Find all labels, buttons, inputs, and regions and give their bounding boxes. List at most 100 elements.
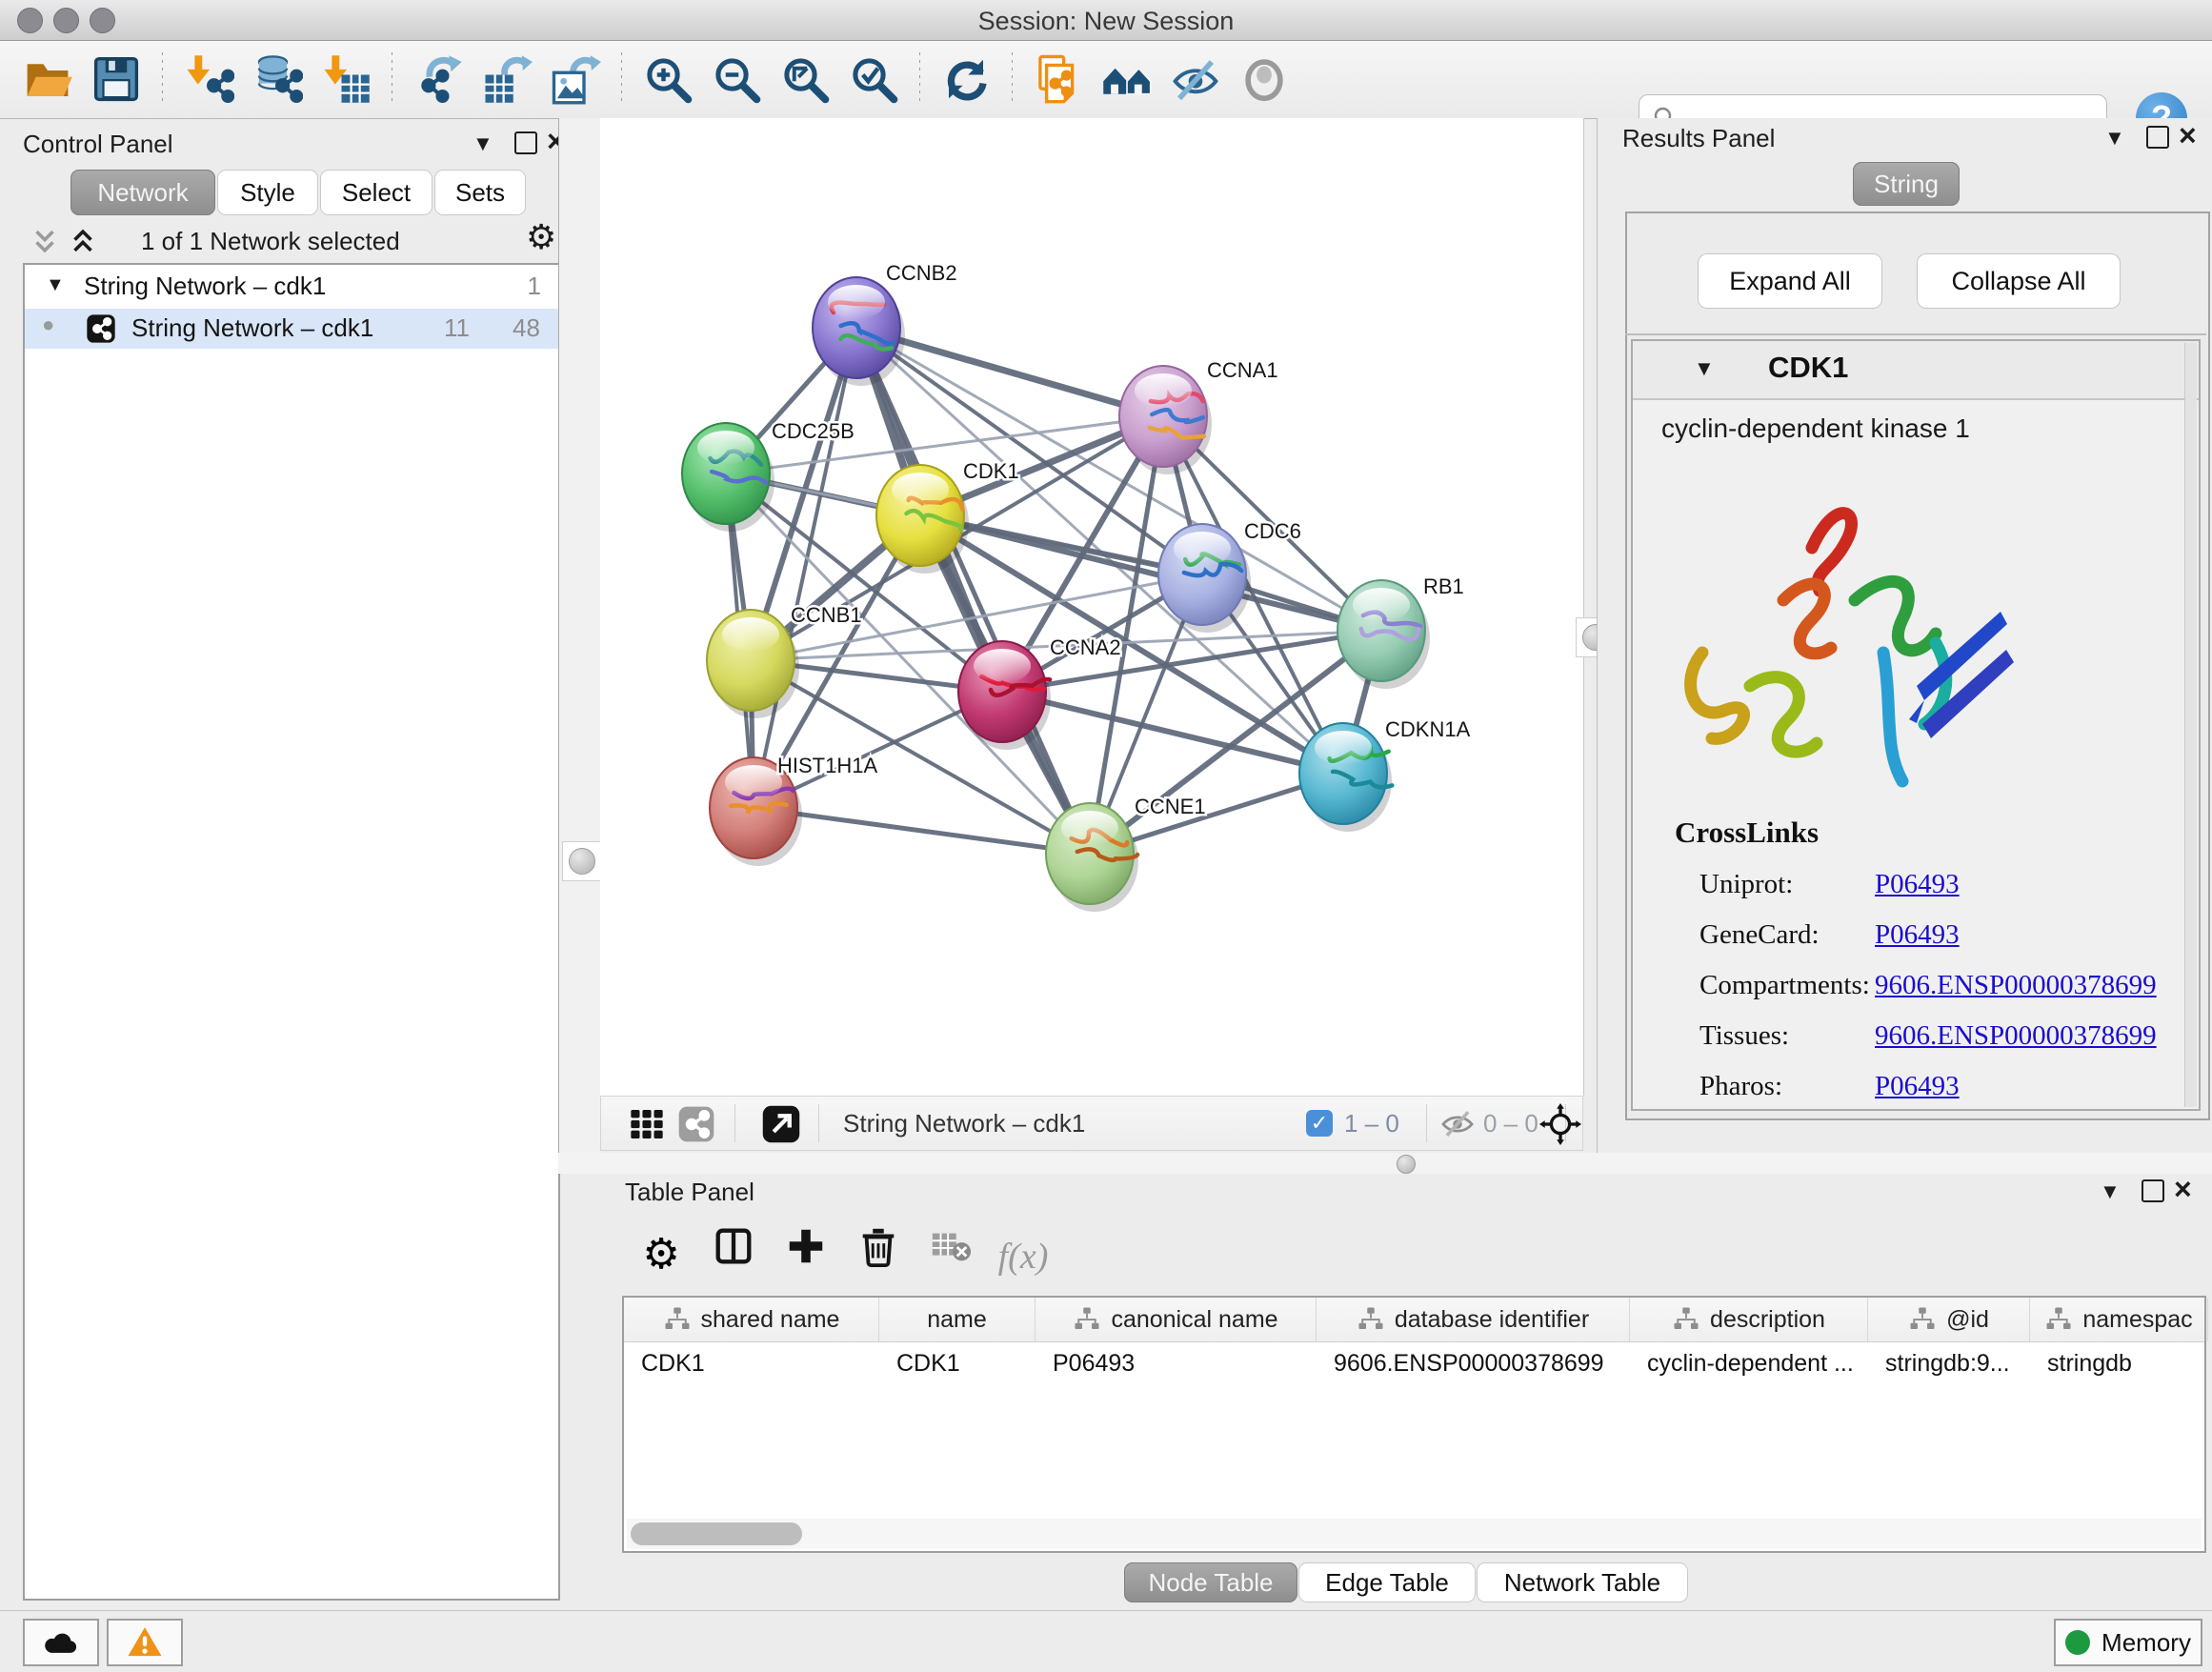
refresh-button[interactable] (936, 50, 995, 109)
tab-network-table[interactable]: Network Table (1477, 1562, 1688, 1602)
import-table-button[interactable] (316, 50, 375, 109)
node-cdkn1a[interactable]: CDKN1A (1299, 717, 1471, 832)
network-options-gear-icon[interactable]: ⚙ (526, 217, 556, 257)
tab-edge-table[interactable]: Edge Table (1298, 1562, 1476, 1602)
home-button[interactable] (1097, 50, 1156, 109)
column-header-database-identifier[interactable]: database identifier (1317, 1298, 1630, 1341)
table-horizontal-scrollbar[interactable] (627, 1519, 2202, 1549)
node-hist1h1a[interactable]: HIST1H1A (710, 754, 877, 866)
horizontal-splitter-handle[interactable] (1397, 1155, 1416, 1174)
edge-ccnb2-ccne1[interactable] (856, 328, 1090, 854)
left-splitter[interactable] (558, 118, 601, 1153)
clear-table-button[interactable] (924, 1219, 977, 1273)
export-image-button[interactable] (546, 50, 605, 109)
tab-select[interactable]: Select (320, 170, 432, 215)
cell[interactable]: CDK1 (624, 1342, 879, 1384)
memory-button[interactable]: Memory (2054, 1619, 2202, 1666)
column-header-description[interactable]: description (1630, 1298, 1868, 1341)
collapse-all-button[interactable]: Collapse All (1917, 253, 2121, 309)
save-session-button[interactable] (87, 50, 146, 109)
cell[interactable]: 9606.ENSP00000378699 (1317, 1342, 1630, 1384)
export-table-button[interactable] (477, 50, 536, 109)
crosslink-link[interactable]: P06493 (1875, 869, 1960, 900)
network-collection-row[interactable]: ▼ String Network – cdk1 1 (25, 269, 558, 307)
expand-all-icon[interactable] (67, 225, 99, 257)
open-in-window-icon[interactable] (761, 1104, 801, 1144)
table-row[interactable]: CDK1CDK1P064939606.ENSP00000378699cyclin… (624, 1342, 2204, 1384)
tab-style[interactable]: Style (217, 170, 318, 215)
control-panel-float-icon[interactable] (514, 131, 537, 154)
horizontal-splitter[interactable] (558, 1153, 2212, 1174)
hide-selected-button[interactable] (1166, 50, 1225, 109)
function-button[interactable]: f(x) (996, 1230, 1050, 1283)
cloud-button[interactable] (23, 1619, 99, 1666)
crosslink-link[interactable]: 9606.ENSP00000378699 (1875, 970, 2157, 1001)
tab-string[interactable]: String (1853, 162, 1960, 206)
import-network-button[interactable] (179, 50, 238, 109)
share-document-button[interactable] (1029, 50, 1088, 109)
left-splitter-handle[interactable] (562, 841, 602, 881)
column-header-@id[interactable]: @id (1868, 1298, 2030, 1341)
selected-checkbox-icon[interactable]: ✓ (1306, 1110, 1333, 1137)
node-cdc25b[interactable]: CDC25B (682, 419, 855, 532)
node-ccna1[interactable]: CCNA1 (1119, 358, 1278, 474)
column-header-namespac[interactable]: namespac (2030, 1298, 2208, 1341)
gene-expander-icon[interactable]: ▼ (1694, 356, 1715, 381)
collection-expander-icon[interactable]: ▼ (46, 274, 65, 296)
cell[interactable]: cyclin-dependent ... (1630, 1342, 1868, 1384)
import-database-button[interactable] (248, 50, 307, 109)
scrollbar-thumb[interactable] (631, 1522, 802, 1545)
crosslink-label: Uniprot: (1699, 869, 1793, 900)
open-session-button[interactable] (18, 50, 77, 109)
tab-network[interactable]: Network (70, 170, 215, 215)
node-rb1[interactable]: RB1 (1337, 574, 1464, 689)
cell[interactable]: CDK1 (879, 1342, 1036, 1384)
zoom-in-button[interactable] (638, 50, 697, 109)
edge-hist1h1a-ccne1[interactable] (754, 808, 1090, 854)
cell[interactable]: stringdb:9... (1868, 1342, 2030, 1384)
export-network-button[interactable] (409, 50, 468, 109)
table-panel-close-icon[interactable]: × (2174, 1177, 2192, 1201)
tab-sets[interactable]: Sets (434, 170, 526, 215)
node-cdc6[interactable]: CDC6 (1158, 519, 1301, 633)
collapse-all-icon[interactable] (29, 225, 61, 257)
add-row-button[interactable] (779, 1219, 833, 1273)
table-panel-float-icon[interactable] (2142, 1179, 2164, 1202)
results-panel-collapse-icon[interactable]: ▼ (2104, 128, 2125, 149)
node-ccnb2[interactable]: CCNB2 (813, 261, 957, 386)
delete-row-button[interactable] (852, 1219, 905, 1273)
crosslink-link[interactable]: P06493 (1875, 1071, 1960, 1102)
show-all-button[interactable] (1235, 50, 1294, 109)
crosslink-link[interactable]: 9606.ENSP00000378699 (1875, 1020, 2157, 1052)
zoom-out-button[interactable] (707, 50, 766, 109)
column-header-name[interactable]: name (879, 1298, 1036, 1341)
column-header-canonical-name[interactable]: canonical name (1036, 1298, 1317, 1341)
crosslink-link[interactable]: P06493 (1875, 919, 1960, 951)
column-header-shared-name[interactable]: shared name (624, 1298, 879, 1341)
string-style-icon[interactable] (677, 1105, 715, 1143)
warnings-button[interactable] (107, 1619, 183, 1666)
cell[interactable]: P06493 (1036, 1342, 1317, 1384)
columns-button[interactable] (707, 1219, 760, 1273)
edge-cdk1-rb1[interactable] (920, 515, 1381, 631)
table-settings-gear-icon[interactable]: ⚙ (634, 1228, 688, 1281)
birds-eye-icon[interactable] (1538, 1102, 1582, 1146)
node-ccne1[interactable]: CCNE1 (1046, 795, 1206, 912)
tab-node-table[interactable]: Node Table (1124, 1562, 1297, 1602)
results-panel-float-icon[interactable] (2146, 126, 2169, 149)
hidden-eye-icon[interactable] (1439, 1106, 1476, 1142)
edge-ccnb2-hist1h1a[interactable] (754, 328, 856, 808)
expand-all-button[interactable]: Expand All (1698, 253, 1882, 309)
control-panel-collapse-icon[interactable]: ▼ (473, 133, 493, 154)
network-view[interactable]: CCNB2CCNA1CDC25BCDK1CDC6RB1CCNB1CCNA2CDK… (600, 118, 1584, 1096)
network-row-selected[interactable]: ● String Network – cdk1 11 48 (25, 309, 558, 349)
table-panel-collapse-icon[interactable]: ▼ (2100, 1181, 2121, 1202)
results-scrollbar[interactable] (2184, 343, 2197, 1107)
gene-section-header[interactable]: ▼ CDK1 (1633, 341, 2199, 400)
node-ccna2[interactable]: CCNA2 (958, 635, 1121, 750)
results-panel-close-icon[interactable]: × (2179, 123, 2197, 148)
zoom-fit-button[interactable] (775, 50, 835, 109)
cell[interactable]: stringdb (2030, 1342, 2208, 1384)
zoom-selected-button[interactable] (844, 50, 903, 109)
grid-view-icon[interactable] (628, 1105, 666, 1143)
